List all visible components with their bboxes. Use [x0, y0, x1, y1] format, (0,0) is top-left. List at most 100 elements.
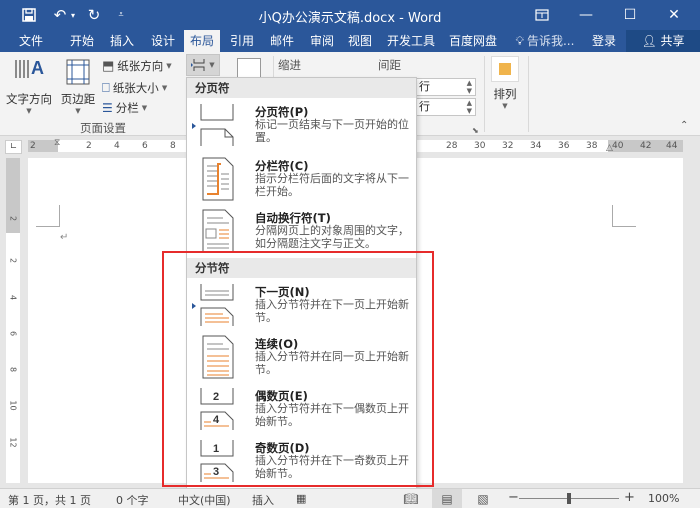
save-icon[interactable]	[18, 5, 40, 25]
column-break-item[interactable]: 分栏符(C) 指示分栏符后面的文字将从下一栏开始。	[187, 154, 416, 206]
ruler-tick: 30	[474, 141, 486, 151]
page-setup-group-label: 页面设置	[80, 121, 126, 135]
read-mode-icon[interactable]: 📖︎	[396, 489, 426, 508]
item-description: 插入分节符并在下一奇数页上开始新节。	[255, 454, 409, 480]
text-wrapping-break-item[interactable]: 自动换行符(T) 分隔网页上的对象周围的文字，如分隔题注文字与正文。	[187, 206, 416, 258]
word-count[interactable]: 0 个字	[116, 492, 149, 508]
undo-dropdown-icon[interactable]: ▾	[68, 5, 78, 25]
item-description: 分隔网页上的对象周围的文字，如分隔题注文字与正文。	[255, 224, 409, 250]
divider	[528, 56, 529, 132]
language-indicator[interactable]: 中文(中国)	[178, 492, 231, 508]
size-button[interactable]: ⎕ 纸张大小 ▼	[102, 80, 167, 96]
page-breaks-header: 分页符	[187, 78, 416, 98]
spin-arrows-icon[interactable]: ▲ ▼	[467, 79, 472, 95]
columns-button[interactable]: ☰ 分栏 ▼	[102, 100, 147, 116]
columns-icon: ☰	[102, 101, 113, 115]
spacing-before-input[interactable]: 行 ▲ ▼	[416, 78, 476, 96]
tab-view[interactable]: 视图	[342, 30, 378, 52]
even-page-section-break-item[interactable]: 2 4 偶数页(E) 插入分节符并在下一偶数页上开始新节。	[187, 384, 416, 436]
svg-text:4: 4	[213, 414, 220, 426]
tab-mailings[interactable]: 邮件	[264, 30, 300, 52]
tab-selector[interactable]: ∟	[5, 140, 22, 154]
tab-references[interactable]: 引用	[224, 30, 260, 52]
ruler-tick: 32	[502, 141, 514, 151]
margins-button[interactable]: 页边距 ▼	[58, 56, 98, 115]
margins-icon	[66, 59, 90, 85]
crop-mark-top-left	[36, 205, 60, 227]
breaks-menu: 分页符 分页符(P) 标记一页结束与下一页开始的位置。 分栏符(C) 指示分栏符…	[186, 77, 417, 489]
share-button[interactable]: 👤︎ 共享	[626, 30, 700, 52]
item-description: 插入分节符并在下一偶数页上开始新节。	[255, 402, 409, 428]
svg-text:1: 1	[213, 443, 219, 455]
right-indent-marker[interactable]: △	[606, 143, 613, 153]
tab-baidu-netdisk[interactable]: 百度网盘	[444, 30, 502, 52]
next-page-section-break-item[interactable]: 下一页(N) 插入分节符并在下一页上开始新节。	[187, 280, 416, 332]
ruler-tick: 6	[8, 330, 18, 337]
tell-me-label: 告诉我...	[526, 34, 575, 48]
vertical-ruler[interactable]: 2 2 4 6 8 10 12	[6, 158, 20, 483]
tab-review[interactable]: 审阅	[304, 30, 340, 52]
page-break-icon	[200, 104, 234, 146]
undo-icon[interactable]: ↶	[50, 5, 70, 25]
odd-page-section-break-item[interactable]: 1 3 奇数页(D) 插入分节符并在下一奇数页上开始新节。	[187, 436, 416, 488]
continuous-section-break-item[interactable]: 连续(O) 插入分节符并在同一页上开始新节。	[187, 332, 416, 384]
spacing-after-input[interactable]: 行 ▲ ▼	[416, 98, 476, 116]
sign-in-link[interactable]: 登录	[586, 30, 622, 52]
next-page-break-icon	[200, 284, 234, 326]
size-label: 纸张大小	[112, 81, 159, 95]
tab-developer[interactable]: 开发工具	[382, 30, 440, 52]
text-wrapping-break-icon	[202, 209, 234, 253]
ruler-tick: 4	[114, 141, 120, 151]
minimize-button[interactable]: —	[566, 2, 606, 28]
ribbon-display-options-button[interactable]	[522, 2, 562, 28]
tab-file[interactable]: 文件	[10, 30, 52, 52]
item-description: 插入分节符并在同一页上开始新节。	[255, 350, 409, 376]
breaks-button[interactable]: ▼	[186, 54, 220, 76]
redo-icon[interactable]: ↻	[84, 5, 104, 25]
columns-label: 分栏	[115, 101, 139, 115]
tab-design[interactable]: 设计	[144, 30, 182, 52]
close-button[interactable]: ✕	[654, 2, 694, 28]
status-bar: 第 1 页，共 1 页 0 个字 中文(中国) 插入 ▦ 📖︎ ▤ ▧ − + …	[0, 488, 700, 508]
orientation-button[interactable]: ⬒ 纸张方向 ▼	[102, 58, 172, 74]
chevron-down-icon: ▼	[26, 107, 32, 115]
chevron-down-icon: ▼	[166, 62, 172, 70]
customize-quick-access-icon[interactable]: ⩡	[114, 5, 128, 25]
continuous-break-icon	[202, 335, 234, 379]
tab-layout[interactable]: 布局	[184, 30, 220, 52]
section-breaks-header: 分节符	[187, 258, 416, 278]
tab-insert[interactable]: 插入	[104, 30, 140, 52]
ruler-tick: 8	[170, 141, 176, 151]
spin-arrows-icon[interactable]: ▲ ▼	[467, 99, 472, 115]
even-page-break-icon: 2 4	[200, 388, 234, 430]
page-break-item[interactable]: 分页符(P) 标记一页结束与下一页开始的位置。	[187, 100, 416, 152]
zoom-in-button[interactable]: +	[624, 490, 635, 505]
zoom-level[interactable]: 100%	[648, 492, 679, 505]
text-direction-button[interactable]: A 文字方向 ▼	[4, 56, 54, 115]
zoom-out-button[interactable]: −	[508, 490, 519, 505]
ruler-tick: 2	[86, 141, 92, 151]
svg-text:2: 2	[213, 391, 219, 403]
ruler-tick: 10	[8, 400, 18, 411]
page-count[interactable]: 第 1 页，共 1 页	[8, 492, 91, 508]
macro-recording-icon[interactable]: ▦	[296, 492, 306, 505]
maximize-button[interactable]: ☐	[610, 2, 650, 28]
crop-mark-top-right	[612, 205, 636, 227]
tab-home[interactable]: 开始	[64, 30, 100, 52]
insert-mode-indicator[interactable]: 插入	[252, 492, 274, 508]
ruler-tick: 8	[8, 366, 18, 373]
ruler-tick: 40	[612, 141, 624, 151]
first-line-indent-marker[interactable]: ⧖	[54, 138, 60, 148]
collapse-ribbon-icon[interactable]: ⌃	[680, 120, 688, 131]
ruler-tick: 4	[8, 294, 18, 301]
zoom-slider-thumb[interactable]	[567, 493, 571, 504]
selection-arrow-icon	[192, 123, 196, 129]
ruler-tick: 36	[558, 141, 570, 151]
web-layout-icon[interactable]: ▧	[468, 489, 498, 508]
print-layout-icon[interactable]: ▤	[432, 489, 462, 508]
tell-me-search[interactable]: 💡︎ 告诉我...	[510, 30, 580, 52]
paragraph-dialog-launcher-icon[interactable]: ⬊	[472, 126, 479, 135]
title-bar: ↶ ▾ ↻ ⩡ 小Q办公演示文稿.docx - Word — ☐ ✕	[0, 0, 700, 30]
indent-label: 缩进	[278, 58, 301, 72]
arrange-button[interactable]: 排列 ▼	[490, 56, 520, 110]
